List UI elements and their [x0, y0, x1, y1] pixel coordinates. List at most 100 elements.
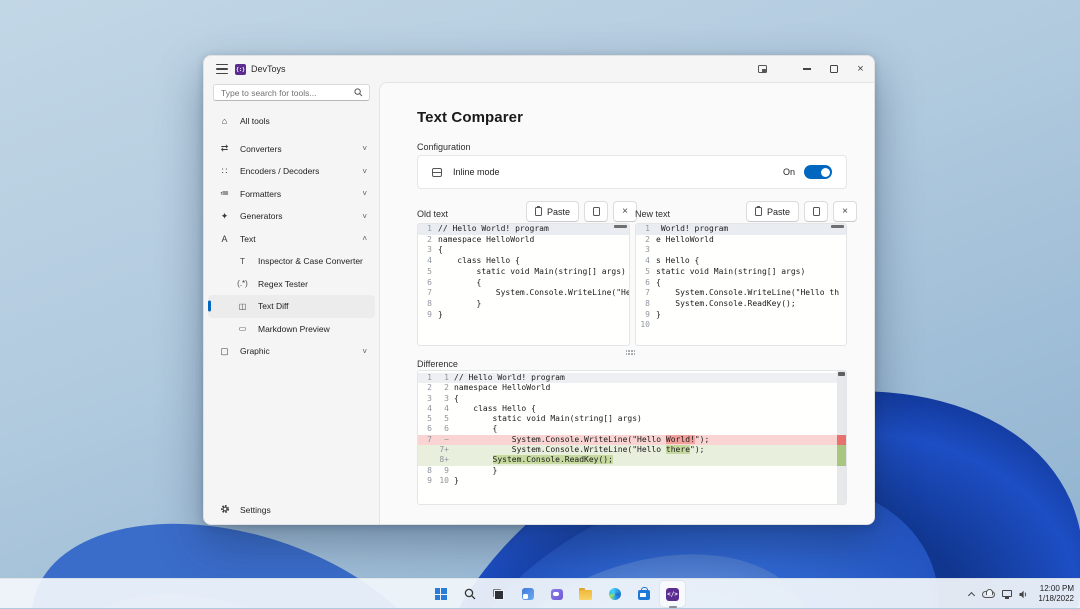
minimize-button[interactable] — [793, 56, 820, 82]
new-open-file-button[interactable] — [804, 201, 828, 222]
taskbar-start-icon[interactable] — [428, 581, 453, 607]
sidebar-item-converters[interactable]: ⇄Converters˅ — [204, 138, 379, 161]
volume-icon[interactable] — [1019, 590, 1028, 599]
sidebar-item-text[interactable]: AText˄ — [204, 228, 379, 251]
line-text: { — [438, 245, 629, 256]
old-clear-button[interactable]: × — [613, 201, 637, 222]
sidebar-item-generators[interactable]: ✦Generators˅ — [204, 205, 379, 228]
diff-row-same: 33{ — [418, 394, 837, 404]
new-text-editor[interactable]: 1 World! program2e HelloWorld34s Hello {… — [635, 223, 847, 346]
diff-row-add: 7+ System.Console.WriteLine("Hello there… — [418, 445, 837, 455]
tool-search-box[interactable] — [213, 84, 370, 101]
search-input[interactable] — [214, 88, 354, 98]
clipboard-icon — [535, 207, 542, 216]
taskbar-clock[interactable]: 12:00 PM 1/18/2022 — [1038, 584, 1074, 604]
line-number: 1 — [418, 224, 438, 235]
explorer-glyph — [579, 590, 592, 600]
sidebar-item-markdown-preview[interactable]: ▭Markdown Preview — [204, 318, 379, 341]
line-number: 7 — [418, 288, 438, 299]
editor-line: 9} — [636, 310, 846, 321]
encoders-icon: ∷ — [217, 166, 232, 177]
compact-overlay-icon[interactable] — [758, 65, 767, 73]
old-paste-button[interactable]: Paste — [526, 201, 579, 222]
old-text-editor[interactable]: 1// Hello World! program2namespace Hello… — [417, 223, 630, 346]
nav-list: ⌂All tools ⇄ Converters ˅ ∷ Encoders / Decode… — [204, 110, 379, 363]
new-clear-button[interactable]: × — [833, 201, 857, 222]
scrollbar-thumb[interactable] — [614, 225, 627, 228]
sidebar-item-regex-tester[interactable]: (.*)Regex Tester — [204, 273, 379, 296]
chevron-up-icon: ˄ — [362, 234, 367, 243]
diff-line-text: } — [454, 466, 837, 476]
old-open-file-button[interactable] — [584, 201, 608, 222]
diff-line-text: static void Main(string[] args) — [454, 414, 837, 424]
taskbar-explorer-icon[interactable] — [573, 581, 598, 607]
diff-row-add: 8+ System.Console.ReadKey(); — [418, 455, 837, 465]
pane-splitter-handle[interactable] — [624, 349, 637, 356]
diff-row-del: 7− System.Console.WriteLine("Hello World… — [418, 435, 837, 445]
maximize-button[interactable] — [820, 56, 847, 82]
line-text: class Hello { — [438, 256, 629, 267]
inspector-icon: T — [235, 257, 250, 266]
difference-viewer[interactable]: 11// Hello World! program22namespace Hel… — [417, 370, 847, 505]
taskbar-chat-icon[interactable] — [544, 581, 569, 607]
taskbar-store-icon[interactable] — [631, 581, 656, 607]
line-number: 9 — [418, 310, 438, 321]
file-icon — [593, 207, 600, 216]
sidebar-item-label: Text Diff — [258, 301, 375, 311]
gear-icon — [217, 504, 232, 516]
old-line-number — [418, 455, 435, 465]
inline-mode-toggle[interactable] — [804, 165, 832, 179]
titlebar[interactable]: {:} DevToys × — [204, 56, 874, 82]
line-text: World! program — [656, 224, 846, 235]
taskbar-taskview-icon[interactable] — [486, 581, 511, 607]
new-line-number: 6 — [435, 424, 454, 434]
hamburger-menu-icon[interactable] — [216, 64, 228, 74]
sidebar-item-inspector-case-converter[interactable]: T Inspector & Case Converter — [204, 250, 379, 273]
diff-row-same: 89 } — [418, 466, 837, 476]
close-icon: × — [842, 207, 848, 217]
taskbar-edge-icon[interactable] — [602, 581, 627, 607]
overview-ruler[interactable] — [837, 371, 846, 504]
converters-icon: ⇄ — [217, 143, 232, 154]
editor-line: 10 — [636, 320, 846, 331]
sidebar-item-text-diff[interactable]: ◫Text Diff — [208, 295, 375, 318]
scrollbar-thumb[interactable] — [838, 372, 845, 376]
close-icon: × — [622, 207, 628, 217]
sidebar-item-graphic[interactable]: ▢Graphic˅ — [204, 340, 379, 363]
line-number: 2 — [636, 235, 656, 246]
taskbar-search-icon[interactable] — [457, 581, 482, 607]
close-button[interactable]: × — [847, 56, 874, 82]
sidebar-item-settings[interactable]: Settings — [204, 499, 379, 522]
inline-mode-setting: Inline mode On — [417, 155, 847, 189]
editor-line: 4 class Hello { — [418, 256, 629, 267]
editor-line: 9} — [418, 310, 629, 321]
chat-glyph — [551, 589, 563, 600]
new-paste-button[interactable]: Paste — [746, 201, 799, 222]
sidebar-item-label: Inspector & Case Converter — [258, 256, 379, 266]
taskbar-devtoys-icon[interactable]: </> — [660, 581, 685, 607]
line-number: 5 — [636, 267, 656, 278]
line-number: 9 — [636, 310, 656, 321]
toggle-state-label: On — [783, 167, 795, 177]
diff-word-highlight: World! — [666, 435, 695, 444]
chevron-down-icon: ˅ — [362, 212, 367, 221]
sidebar-item-all-tools[interactable]: ⌂All tools — [204, 110, 379, 133]
taskbar-widgets-icon[interactable] — [515, 581, 540, 607]
scrollbar-thumb[interactable] — [831, 225, 844, 228]
editor-line: 7 System.Console.WriteLine("Hello th — [636, 288, 846, 299]
sidebar-item-encoders-decoders[interactable]: ∷Encoders / Decoders˅ — [204, 160, 379, 183]
clipboard-icon — [755, 207, 762, 216]
old-line-number: 3 — [418, 394, 435, 404]
line-number: 6 — [636, 278, 656, 289]
sidebar-item-label: Converters — [240, 144, 362, 154]
diff-rows: 11// Hello World! program22namespace Hel… — [418, 373, 837, 486]
tray-chevron-up-icon[interactable] — [968, 591, 975, 598]
old-line-number: 2 — [418, 383, 435, 393]
network-icon[interactable] — [1002, 590, 1012, 597]
sidebar-item-formatters[interactable]: ≔Formatters˅ — [204, 183, 379, 206]
sidebar-item-label: Encoders / Decoders — [240, 166, 362, 176]
editor-line: 4s Hello { — [636, 256, 846, 267]
regex-icon: (.*) — [235, 279, 250, 288]
diff-line-text: class Hello { — [454, 404, 837, 414]
onedrive-cloud-icon[interactable] — [982, 591, 995, 598]
